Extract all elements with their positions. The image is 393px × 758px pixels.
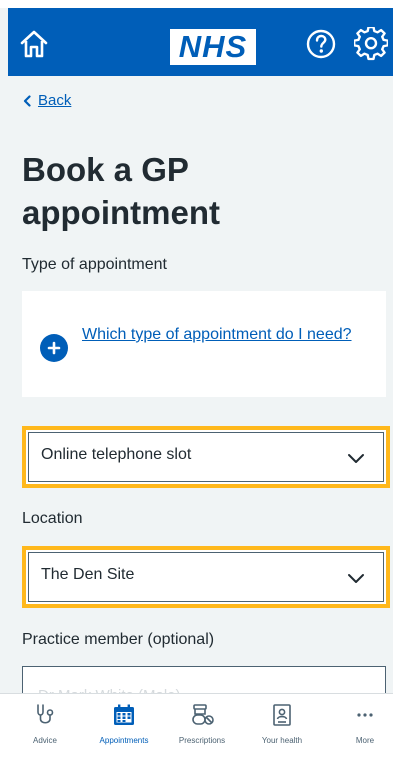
tab-label: More — [355, 736, 375, 745]
practice-member-label: Practice member (optional) — [22, 631, 215, 648]
tab-your-health[interactable]: Your health — [243, 694, 321, 758]
help-icon — [306, 29, 336, 59]
home-button[interactable] — [16, 26, 52, 62]
tab-label: Advice — [32, 736, 57, 745]
nhs-logo: NHS — [170, 29, 256, 65]
tab-more[interactable]: More — [326, 694, 393, 758]
tab-prescriptions[interactable]: Prescriptions — [163, 694, 241, 758]
appointment-type-value: Online telephone slot — [41, 446, 192, 463]
location-value: The Den Site — [41, 566, 135, 583]
appointment-type-label: Type of appointment — [22, 256, 167, 273]
page-title: Book a GP appointment — [22, 151, 220, 231]
chevron-left-icon — [23, 94, 31, 107]
back-label: Back — [38, 92, 72, 109]
location-select[interactable]: The Den Site — [22, 546, 390, 608]
home-icon — [20, 30, 48, 58]
tab-label: Your health — [261, 736, 303, 745]
settings-button[interactable] — [353, 26, 389, 62]
chevron-down-icon — [348, 574, 364, 583]
back-link[interactable]: Back — [22, 92, 71, 109]
tab-label: Prescriptions — [178, 736, 226, 745]
appointment-type-select[interactable]: Online telephone slot — [22, 426, 390, 488]
bottom-tab-bar: Advice Appointments Prescriptions Your h… — [0, 693, 393, 758]
chevron-down-icon — [348, 454, 364, 463]
gear-icon — [354, 27, 388, 61]
stethoscope-icon — [37, 704, 54, 724]
tab-label: Appointments — [99, 736, 149, 745]
calendar-icon — [114, 704, 134, 725]
help-button[interactable] — [303, 26, 339, 62]
pills-icon — [192, 704, 214, 725]
app-header: NHS — [8, 8, 393, 76]
appointment-type-help-link[interactable]: Which type of appointment do I need? — [82, 321, 372, 348]
location-label: Location — [22, 510, 83, 527]
help-card: Which type of appointment do I need? — [22, 291, 386, 397]
tab-appointments[interactable]: Appointments — [85, 694, 163, 758]
status-bar — [0, 0, 393, 8]
health-record-icon — [273, 704, 291, 726]
plus-circle-icon — [40, 334, 68, 362]
more-dots-icon — [357, 713, 373, 717]
tab-advice[interactable]: Advice — [6, 694, 84, 758]
